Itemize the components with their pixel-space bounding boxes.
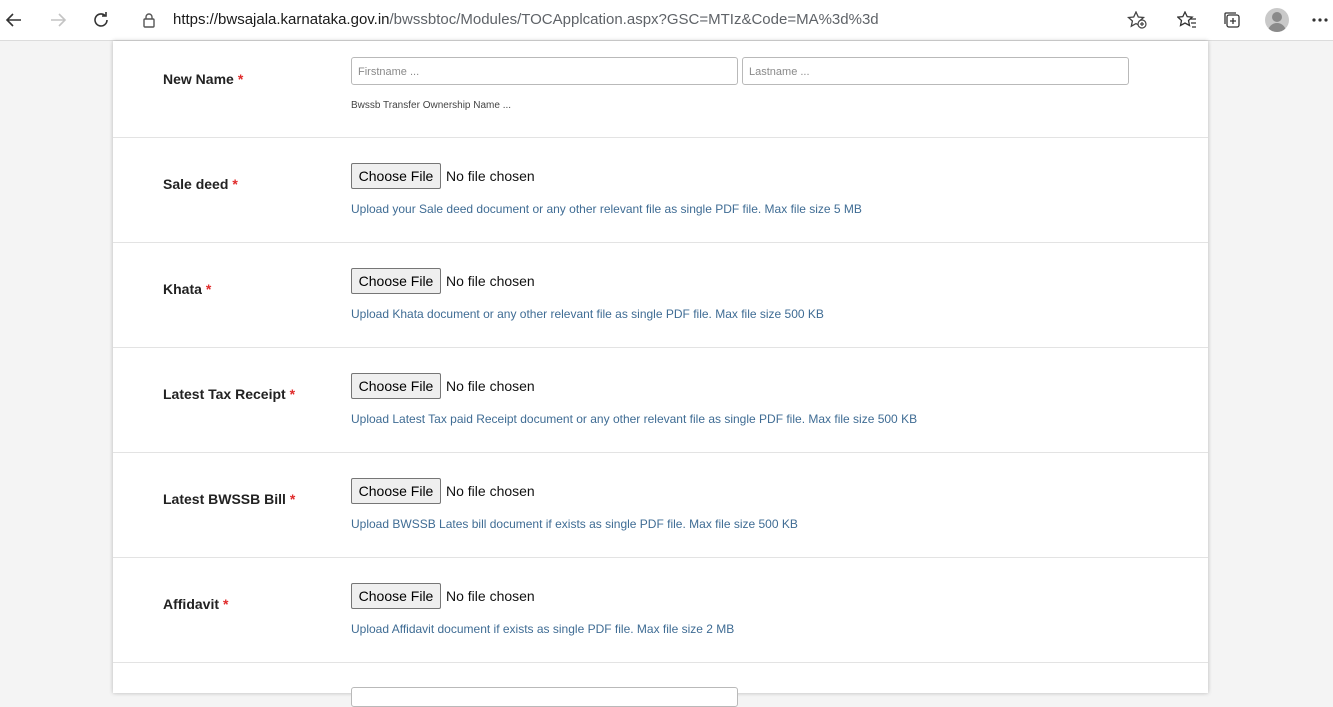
add-favorite-icon[interactable] <box>1126 10 1147 34</box>
affidavit-label: Affidavit * <box>163 596 228 612</box>
sale-deed-label: Sale deed * <box>163 176 238 192</box>
collections-icon[interactable] <box>1220 8 1244 32</box>
tax-receipt-row: Latest Tax Receipt * Choose File No file … <box>113 348 1208 453</box>
favorites-icon[interactable] <box>1175 8 1199 32</box>
bwssb-bill-help: Upload BWSSB Lates bill document if exis… <box>351 517 798 531</box>
tax-receipt-label-text: Latest Tax Receipt <box>163 386 286 402</box>
url-path: /bwssbtoc/Modules/TOCApplcation.aspx?GSC… <box>389 11 879 28</box>
bwssb-bill-choose-file-button[interactable]: Choose File <box>351 478 441 504</box>
back-icon[interactable] <box>2 8 26 32</box>
new-name-row: New Name * Firstname ... Lastname ... Bws… <box>113 41 1208 138</box>
address-bar[interactable]: https://bwsajala.karnataka.gov.in/bwssbt… <box>128 5 1161 35</box>
bwssb-bill-row: Latest BWSSB Bill * Choose File No file c… <box>113 453 1208 558</box>
affidavit-file-status: No file chosen <box>446 588 535 604</box>
firstname-input[interactable]: Firstname ... <box>351 57 738 85</box>
khata-file-status: No file chosen <box>446 273 535 289</box>
sale-deed-row: Sale deed * Choose File No file chosen Up… <box>113 138 1208 243</box>
new-name-label-text: New Name <box>163 71 234 87</box>
sale-deed-file-status: No file chosen <box>446 168 535 184</box>
new-name-help: Bwssb Transfer Ownership Name ... <box>351 100 512 111</box>
khata-help: Upload Khata document or any other relev… <box>351 307 824 321</box>
required-mark: * <box>205 281 212 297</box>
khata-choose-file-button[interactable]: Choose File <box>351 268 441 294</box>
required-mark: * <box>223 596 229 612</box>
new-name-label: New Name * <box>163 71 243 87</box>
browser-toolbar: https://bwsajala.karnataka.gov.in/bwssbt… <box>0 0 1333 41</box>
lock-icon[interactable] <box>142 12 156 33</box>
khata-label: Khata * <box>163 281 211 297</box>
next-field-input[interactable] <box>351 687 738 707</box>
more-icon[interactable] <box>1308 8 1332 32</box>
profile-avatar[interactable] <box>1265 8 1289 32</box>
tax-receipt-label: Latest Tax Receipt * <box>163 386 295 402</box>
url-text[interactable]: https://bwsajala.karnataka.gov.in/bwssbt… <box>173 11 879 28</box>
khata-label-text: Khata <box>163 281 202 297</box>
sale-deed-help: Upload your Sale deed document or any ot… <box>351 202 862 216</box>
bwssb-bill-file-status: No file chosen <box>446 483 535 499</box>
khata-row: Khata * Choose File No file chosen Upload… <box>113 243 1208 348</box>
url-host: https://bwsajala.karnataka.gov.in <box>173 11 390 28</box>
tax-receipt-choose-file-button[interactable]: Choose File <box>351 373 441 399</box>
bwssb-bill-label: Latest BWSSB Bill * <box>163 491 295 507</box>
affidavit-choose-file-button[interactable]: Choose File <box>351 583 441 609</box>
affidavit-label-text: Affidavit <box>163 596 219 612</box>
required-mark: * <box>237 71 244 87</box>
affidavit-row: Affidavit * Choose File No file chosen Up… <box>113 558 1208 663</box>
forward-icon[interactable] <box>46 8 70 32</box>
refresh-icon[interactable] <box>89 8 113 32</box>
sale-deed-choose-file-button[interactable]: Choose File <box>351 163 441 189</box>
tax-receipt-file-status: No file chosen <box>446 378 535 394</box>
lastname-input[interactable]: Lastname ... <box>742 57 1129 85</box>
affidavit-help: Upload Affidavit document if exists as s… <box>351 622 735 636</box>
form-card: New Name * Firstname ... Lastname ... Bws… <box>113 41 1208 707</box>
required-mark: * <box>289 491 296 507</box>
required-mark: * <box>232 176 238 192</box>
sale-deed-label-text: Sale deed <box>163 176 229 192</box>
required-mark: * <box>289 386 296 402</box>
bwssb-bill-label-text: Latest BWSSB Bill <box>163 491 286 507</box>
tax-receipt-help: Upload Latest Tax paid Receipt document … <box>351 412 918 426</box>
